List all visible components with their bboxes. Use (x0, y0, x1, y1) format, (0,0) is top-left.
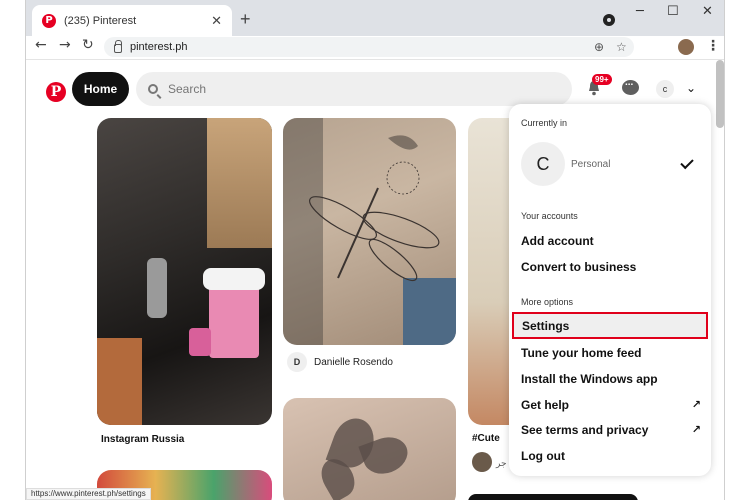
terms-privacy-label: See terms and privacy (521, 423, 649, 437)
notification-badge: 99+ (592, 74, 612, 85)
user-avatar[interactable]: c (656, 80, 674, 98)
get-help-item[interactable]: Get help ↗ (521, 398, 701, 412)
bag-shape (207, 118, 272, 248)
account-chevron-down-icon[interactable]: ⌄ (686, 81, 696, 95)
gear-shifter-shape (147, 258, 167, 318)
external-link-icon: ↗ (691, 423, 701, 436)
account-avatar: C (521, 142, 565, 186)
status-bar-url: https://www.pinterest.ph/settings (26, 488, 151, 500)
messages-icon[interactable] (622, 77, 639, 95)
pin-right-author-avatar[interactable] (472, 452, 492, 472)
tab-strip: P (235) Pinterest ✕ + ─ ☐ ✕ (26, 0, 724, 36)
get-help-label: Get help (521, 398, 570, 412)
log-out-item[interactable]: Log out (521, 449, 701, 463)
settings-label: Settings (522, 318, 570, 333)
media-record-icon[interactable] (603, 14, 615, 26)
lock-icon[interactable] (114, 39, 122, 53)
tab-title: (235) Pinterest (64, 14, 137, 27)
your-accounts-label: Your accounts (521, 211, 578, 221)
window-close-button[interactable]: ✕ (702, 4, 713, 19)
search-input[interactable]: Search (136, 72, 572, 106)
pinterest-favicon-icon: P (42, 13, 56, 28)
install-windows-app-item[interactable]: Install the Windows app (521, 372, 701, 386)
pinterest-logo-icon[interactable]: P (46, 82, 66, 102)
browser-menu-icon[interactable]: ⋮ (706, 38, 720, 54)
minimize-button[interactable]: ─ (636, 4, 644, 19)
tune-home-feed-item[interactable]: Tune your home feed (521, 346, 701, 360)
address-bar[interactable]: pinterest.ph ⊕ ☆ (104, 37, 634, 57)
external-link-icon: ↗ (691, 398, 701, 411)
home-button[interactable]: Home (72, 72, 129, 106)
tab-close-icon[interactable]: ✕ (211, 13, 222, 29)
bookmark-star-icon[interactable]: ☆ (616, 40, 627, 54)
pin-dragonfly-tattoo-image[interactable] (283, 118, 456, 345)
scrollbar-thumb[interactable] (716, 60, 724, 128)
install-app-icon[interactable]: ⊕ (594, 40, 604, 54)
terms-privacy-item[interactable]: See terms and privacy ↗ (521, 423, 701, 437)
pin-caption-right[interactable]: #Cute (472, 433, 500, 444)
seat-shape (97, 338, 142, 425)
currently-in-label: Currently in (521, 118, 568, 128)
dragonfly-drawing (309, 135, 440, 282)
current-account-row[interactable]: C Personal (521, 141, 701, 187)
reload-button[interactable]: ↻ (82, 37, 94, 53)
account-type-label: Personal (571, 158, 611, 170)
account-dropdown-menu: Currently in C Personal Your accounts Ad… (509, 104, 711, 476)
pin-dark-image[interactable] (468, 494, 638, 500)
browser-window: P (235) Pinterest ✕ + ─ ☐ ✕ ← → ↻ pinter… (25, 0, 725, 500)
pin-caption[interactable]: Instagram Russia (101, 434, 184, 445)
new-tab-button[interactable]: + (240, 9, 251, 30)
back-button[interactable]: ← (35, 37, 47, 53)
convert-to-business-item[interactable]: Convert to business (521, 260, 701, 274)
search-icon (148, 84, 158, 94)
lock-charm-shape (189, 328, 211, 356)
search-placeholder: Search (168, 82, 207, 96)
browser-tab[interactable]: P (235) Pinterest ✕ (32, 5, 232, 36)
maximize-button[interactable]: ☐ (667, 4, 679, 19)
author-name: Danielle Rosendo (314, 356, 393, 368)
add-account-item[interactable]: Add account (521, 234, 701, 248)
browser-profile-avatar[interactable] (678, 39, 694, 55)
cup-lid-shape (203, 268, 265, 290)
pin-car-interior-image[interactable] (97, 118, 272, 425)
pin-author[interactable]: D Danielle Rosendo (287, 352, 393, 372)
check-icon (680, 155, 694, 169)
forward-button[interactable]: → (59, 37, 71, 53)
pink-cup-shape (209, 278, 259, 358)
pin-flower-tattoo-image[interactable] (283, 398, 456, 500)
more-options-label: More options (521, 297, 574, 307)
browser-toolbar: ← → ↻ pinterest.ph ⊕ ☆ ⋮ (26, 36, 724, 60)
url-text: pinterest.ph (130, 41, 188, 53)
pin-right-author-name: جر (496, 458, 507, 468)
author-avatar: D (287, 352, 307, 372)
settings-item[interactable]: Settings (512, 312, 708, 339)
